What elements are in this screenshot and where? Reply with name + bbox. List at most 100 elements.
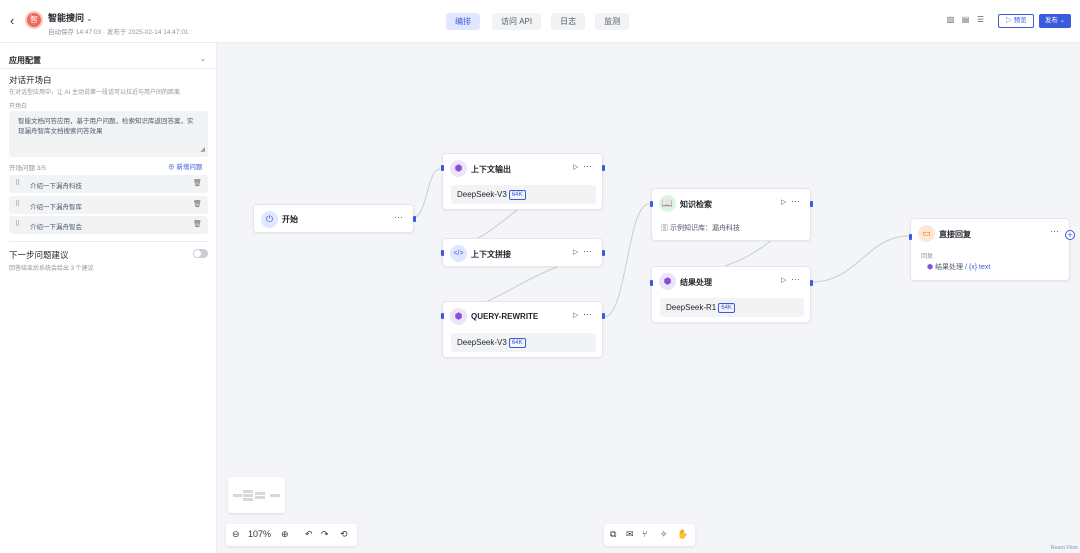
publish-button[interactable]: 发布 ⌄ (1039, 14, 1071, 28)
app-config-panel: 应用配置 ⌄ 对话开场白 在对话型应用中，让 AI 主动说第一段话可以拉近与用户… (0, 43, 217, 553)
opening-desc: 在对话型应用中，让 AI 主动说第一段话可以拉近与用户间的距离 (9, 90, 181, 96)
more-icon[interactable]: ··· (1050, 226, 1059, 236)
node-context-output[interactable]: ⬢ 上下文输出 ▷ ··· DeepSeek-V3 64K (441, 153, 605, 210)
trash-icon[interactable]: 🗑 (193, 220, 202, 228)
opening-textarea[interactable]: 智能文档问答应用，基于用户问题，检索知识库返回答案，实现漏舟智库文档搜索问答效果… (9, 111, 208, 157)
output-port[interactable] (810, 280, 813, 286)
model-tag: DeepSeek-R1 64K (660, 298, 804, 317)
document-icon[interactable]: ▤ (961, 15, 970, 25)
input-port[interactable] (909, 234, 912, 240)
play-icon[interactable]: ▷ (573, 311, 578, 319)
workflow-canvas[interactable]: ⏻ 开始 ··· ⬢ 上下文输出 ▷ ··· DeepSeek-V3 64K </… (217, 43, 1080, 553)
minimap-nodes (233, 490, 280, 501)
tab-api[interactable]: 访问 API (492, 13, 542, 30)
save-status: 自动保存 14:47:03 · 发布于 2025-02-14 14:47:01 (48, 29, 189, 36)
node-context-concat[interactable]: </> 上下文拼接 ▷ ··· (441, 238, 605, 267)
add-question-label: 新增问题 (176, 164, 203, 171)
edge (811, 235, 910, 283)
input-port[interactable] (650, 201, 653, 207)
question-item[interactable]: ⠿ 介绍一下漏舟智库 🗑 (9, 196, 208, 214)
organize-icon[interactable]: ⑂ (642, 529, 647, 539)
image-icon[interactable]: ▨ (946, 15, 955, 25)
question-text[interactable]: 介绍一下漏舟智库 (30, 201, 82, 211)
play-icon[interactable]: ▷ (573, 248, 578, 256)
node-title: QUERY-REWRITE (471, 312, 539, 321)
reply-var: {x} text (968, 264, 991, 271)
trash-icon[interactable]: 🗑 (193, 200, 202, 208)
edge-layer (413, 168, 910, 318)
zoom-level[interactable]: 107% (248, 529, 271, 539)
minimap[interactable] (228, 477, 285, 513)
question-text[interactable]: 介绍一下漏舟智会 (30, 221, 82, 231)
more-icon[interactable]: ··· (583, 246, 592, 256)
app-name[interactable]: 智能搜问 (48, 13, 84, 23)
node-start[interactable]: ⏻ 开始 ··· (253, 204, 416, 233)
next-suggest-toggle[interactable] (193, 249, 208, 258)
collapse-icon[interactable]: ⌄ (200, 55, 206, 63)
more-icon[interactable]: ··· (791, 196, 800, 206)
play-icon[interactable]: ▷ (573, 163, 578, 171)
cube-icon: ⬢ (927, 264, 936, 271)
trash-icon[interactable]: 🗑 (193, 179, 202, 187)
back-icon[interactable]: ‹ (10, 14, 20, 27)
node-knowledge-retrieval[interactable]: 📖 知识检索 ▷ ··· ▥ 示例知识库：漏舟科技 (650, 188, 813, 241)
input-port[interactable] (650, 280, 653, 286)
hand-icon[interactable]: ✋ (677, 529, 688, 540)
edge (603, 203, 650, 318)
drag-handle-icon[interactable]: ⠿ (15, 220, 20, 228)
redo-icon[interactable]: ↷ (321, 529, 329, 540)
resize-handle-icon[interactable]: ◢ (200, 146, 205, 156)
note-icon[interactable]: ✉ (626, 529, 634, 540)
list-settings-icon[interactable]: ☰ (976, 15, 985, 25)
input-port[interactable] (441, 313, 444, 319)
tab-logs[interactable]: 日志 (551, 13, 586, 30)
cube-icon: ⬢ (450, 160, 467, 177)
question-item[interactable]: ⠿ 介绍一下漏舟科技 🗑 (9, 175, 208, 193)
more-icon[interactable]: ··· (583, 309, 592, 319)
more-icon[interactable]: ··· (394, 212, 403, 222)
context-badge: 64K (508, 338, 526, 348)
node-result-processing[interactable]: ⬢ 结果处理 ▷ ··· DeepSeek-R1 64K (650, 266, 813, 323)
reply-variable: ⬢ 结果处理 / {x} text (927, 262, 990, 272)
next-suggest-desc: 回答结束后系统会给出 3 个建议 (9, 266, 94, 272)
drag-handle-icon[interactable]: ⠿ (15, 179, 20, 187)
input-port[interactable] (441, 165, 444, 171)
add-node-icon[interactable]: + (1065, 230, 1075, 240)
opening-text[interactable]: 智能文档问答应用，基于用户问题，检索知识库返回答案，实现漏舟智库文档搜索问答效果 (18, 118, 194, 135)
add-question-button[interactable]: ⊕ 新增问题 (168, 161, 202, 171)
chevron-down-icon[interactable]: ⌄ (86, 14, 93, 23)
output-port[interactable] (413, 216, 416, 222)
node-query-rewrite[interactable]: ⬢ QUERY-REWRITE ▷ ··· DeepSeek-V3 64K (441, 301, 605, 358)
app-title[interactable]: 智能搜问 ⌄ (48, 11, 93, 24)
output-port[interactable] (602, 165, 605, 171)
node-title: 知识检索 (680, 200, 712, 209)
more-icon[interactable]: ··· (583, 161, 592, 171)
question-item[interactable]: ⠿ 介绍一下漏舟智会 🗑 (9, 216, 208, 234)
toolbar-icons: ▨ ▤ ☰ (946, 15, 985, 25)
zoom-in-icon[interactable]: ⊕ (281, 529, 289, 540)
input-port[interactable] (441, 250, 444, 256)
tab-orchestrate[interactable]: 编排 (446, 13, 480, 30)
drag-handle-icon[interactable]: ⠿ (15, 200, 20, 208)
history-icon[interactable]: ⟲ (340, 529, 348, 540)
output-port[interactable] (602, 250, 605, 256)
tab-monitor[interactable]: 监测 (595, 13, 630, 30)
output-port[interactable] (602, 313, 605, 319)
output-port[interactable] (810, 201, 813, 207)
more-icon[interactable]: ··· (791, 274, 800, 284)
play-icon[interactable]: ▷ (781, 198, 786, 206)
magic-icon[interactable]: ✧ (660, 529, 668, 540)
model-name: DeepSeek-V3 (457, 338, 507, 347)
node-direct-reply[interactable]: ▭ 直接回复 ··· 回复 ⬢ 结果处理 / {x} text (909, 218, 1070, 281)
preview-button[interactable]: ▷ 预览 (998, 14, 1034, 28)
add-node-tool-icon[interactable]: ⧉ (610, 529, 616, 540)
play-icon[interactable]: ▷ (781, 276, 786, 284)
context-badge: 64K (508, 190, 526, 200)
knowledge-base-name: 示例知识库：漏舟科技 (669, 225, 740, 232)
question-text[interactable]: 介绍一下漏舟科技 (30, 180, 82, 190)
cube-icon: ⬢ (450, 308, 467, 325)
model-tag: DeepSeek-V3 64K (451, 185, 596, 204)
knowledge-base-row: ▥ 示例知识库：漏舟科技 (661, 223, 740, 233)
undo-icon[interactable]: ↶ (305, 529, 313, 540)
zoom-out-icon[interactable]: ⊖ (232, 529, 240, 540)
